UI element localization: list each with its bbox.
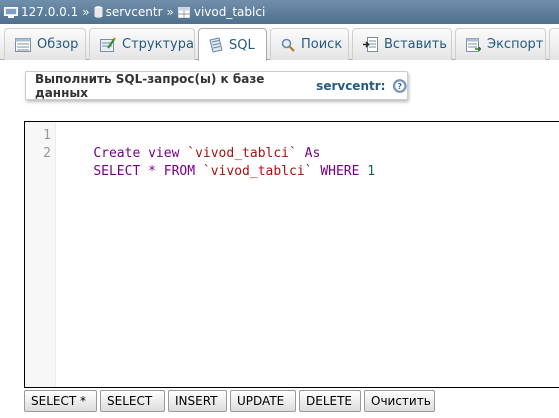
sql-query-database: servcentr: xyxy=(316,78,386,93)
code-operator: * xyxy=(148,164,156,179)
select-button[interactable]: SELECT xyxy=(100,390,165,412)
search-icon xyxy=(281,38,295,52)
breadcrumb: 127.0.0.1 » servcentr » vivod_tablci xyxy=(0,0,559,24)
tab-label: Вставить xyxy=(384,37,447,52)
tab-label: SQL xyxy=(229,37,255,53)
delete-button[interactable]: DELETE xyxy=(299,390,361,412)
server-icon xyxy=(4,6,18,18)
line-number: 1 xyxy=(43,128,51,143)
code-keyword: FROM xyxy=(163,164,196,179)
svg-text:?: ? xyxy=(398,81,403,90)
sql-editor[interactable]: 1 Create view `vivod_tablci` As 2 SELECT… xyxy=(24,121,559,388)
tab-label: Структура xyxy=(122,37,194,52)
insert-icon xyxy=(363,37,378,52)
sql-query-label: Выполнить SQL-запрос(ы) к базе данных xyxy=(35,71,265,100)
tab-sql[interactable]: SQL xyxy=(198,28,267,61)
breadcrumb-separator: » xyxy=(166,5,174,19)
code-line[interactable]: Create view `vivod_tablci` As xyxy=(62,127,320,161)
insert-button[interactable]: INSERT xyxy=(168,390,227,412)
tab-label: Обзор xyxy=(37,37,79,52)
export-icon xyxy=(466,37,481,52)
tab-search[interactable]: Поиск xyxy=(270,28,349,60)
tab-browse[interactable]: Обзор xyxy=(4,28,86,60)
tab-insert[interactable]: Вставить xyxy=(352,28,452,60)
sql-query-legend: Выполнить SQL-запрос(ы) к базе данных se… xyxy=(25,71,408,100)
code-keyword: SELECT xyxy=(93,164,141,179)
tab-more[interactable] xyxy=(549,28,559,60)
select-star-button[interactable]: SELECT * xyxy=(24,390,97,412)
database-icon xyxy=(94,6,103,18)
tab-export[interactable]: Экспорт xyxy=(455,28,546,60)
tab-structure[interactable]: Структура xyxy=(89,28,195,60)
breadcrumb-table[interactable]: vivod_tablci xyxy=(194,5,265,19)
line-number: 2 xyxy=(43,146,51,161)
tab-bar: Обзор Структура SQL Поиск Вставить Экспо… xyxy=(0,24,559,61)
breadcrumb-separator: » xyxy=(82,5,90,19)
code-number: 1 xyxy=(367,164,376,179)
query-buttons: SELECT * SELECT INSERT UPDATE DELETE Очи… xyxy=(24,390,435,412)
sql-icon xyxy=(209,37,223,53)
structure-icon xyxy=(100,37,116,52)
breadcrumb-database[interactable]: servcentr xyxy=(106,5,163,19)
code-keyword: WHERE xyxy=(320,164,360,179)
tab-label: Поиск xyxy=(301,37,343,52)
browse-icon xyxy=(15,37,31,52)
breadcrumb-server[interactable]: 127.0.0.1 xyxy=(21,5,78,19)
table-icon xyxy=(177,6,190,18)
clear-button[interactable]: Очистить xyxy=(364,390,435,412)
code-line[interactable]: SELECT * FROM `vivod_tablci` WHERE 1 xyxy=(62,145,375,179)
tab-label: Экспорт xyxy=(487,37,544,52)
code-identifier: `vivod_tablci` xyxy=(202,164,313,179)
help-icon[interactable]: ? xyxy=(393,78,407,93)
update-button[interactable]: UPDATE xyxy=(230,390,296,412)
